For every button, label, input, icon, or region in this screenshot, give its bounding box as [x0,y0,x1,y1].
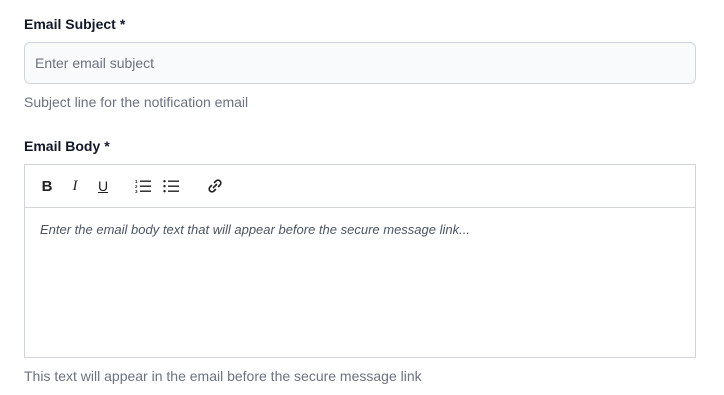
svg-text:3: 3 [135,189,138,194]
email-template-form: Email Subject* Subject line for the noti… [0,0,724,395]
link-group [206,175,224,197]
email-body-input[interactable] [25,209,695,357]
ordered-list-button[interactable]: 1 2 3 [134,175,152,197]
bullet-list-button[interactable] [162,175,180,197]
italic-button[interactable]: I [66,175,84,197]
bold-icon: B [41,177,53,195]
email-body-label-text: Email Body [24,138,101,154]
format-group: B I U [38,175,112,197]
email-subject-input[interactable] [24,42,696,84]
email-body-editor: B I U 1 2 3 Enter the email body text th… [24,164,696,358]
underline-icon: U [97,178,109,194]
bold-button[interactable]: B [38,175,56,197]
editor-toolbar: B I U 1 2 3 [25,165,695,208]
insert-link-button[interactable] [206,175,224,197]
required-indicator: * [119,16,126,32]
italic-icon: I [72,177,78,194]
email-subject-help: Subject line for the notification email [24,94,249,110]
email-body-label: Email Body * [24,137,110,155]
bullet-list-icon [163,180,179,193]
underline-button[interactable]: U [94,175,112,197]
ordered-list-icon: 1 2 3 [135,179,151,194]
required-indicator: * [104,138,110,154]
email-subject-label: Email Subject * [24,15,125,33]
list-group: 1 2 3 [134,175,180,197]
link-icon [208,179,222,193]
email-subject-label-text: Email Subject [24,16,116,32]
email-body-help: This text will appear in the email befor… [24,368,422,384]
